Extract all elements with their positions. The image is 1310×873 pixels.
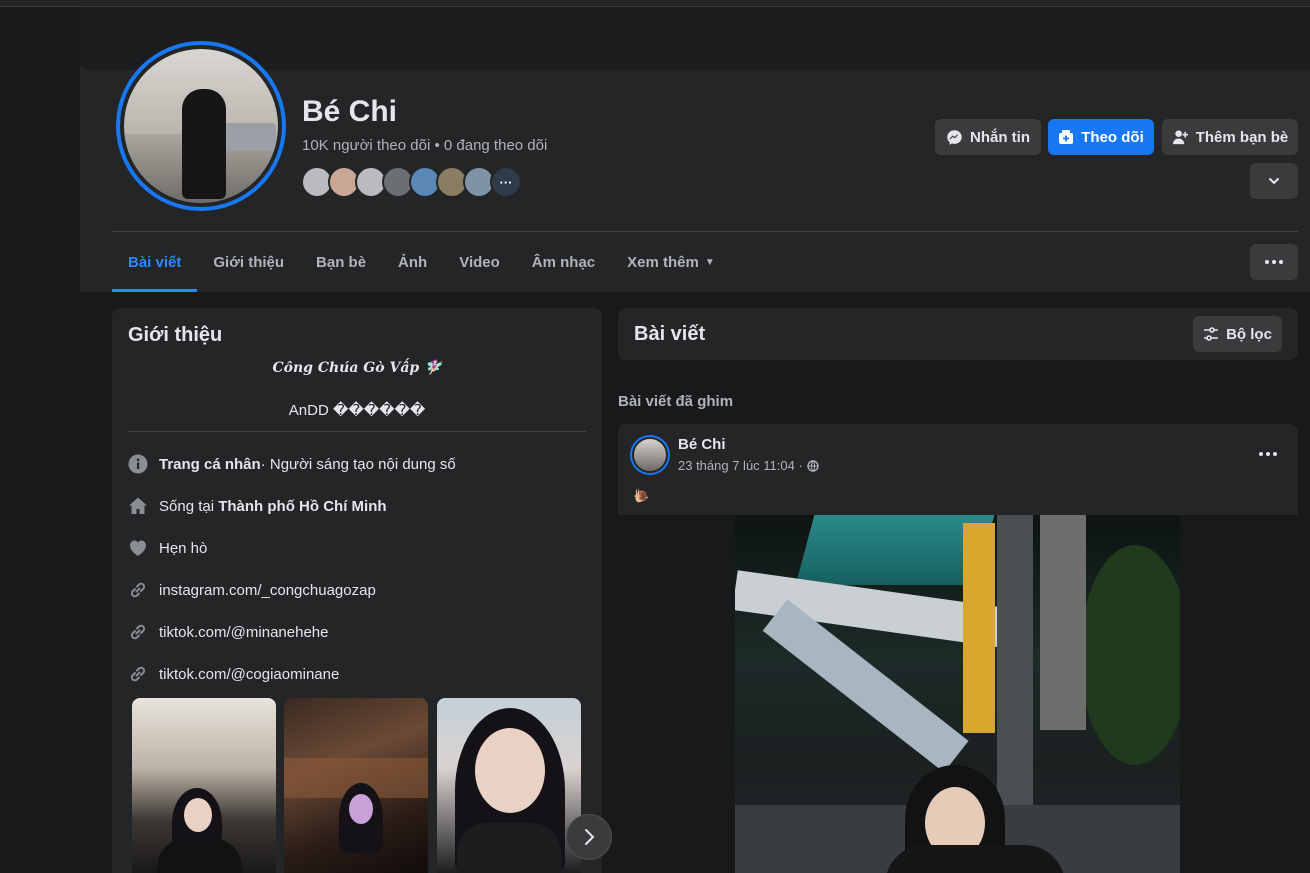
next-photo-button[interactable] bbox=[566, 814, 612, 860]
post-timestamp[interactable]: 23 tháng 7 lúc 11:04 · bbox=[678, 458, 819, 473]
posts-title: Bài viết bbox=[634, 323, 706, 345]
profile-tabs: Bài viết Giới thiệu Bạn bè Ảnh Video Âm … bbox=[112, 232, 731, 292]
info-link[interactable]: instagram.com/_congchuagozap bbox=[128, 578, 376, 602]
link-icon bbox=[128, 622, 148, 642]
tab-more[interactable]: Xem thêm ▼ bbox=[611, 232, 731, 292]
cover-photo[interactable] bbox=[80, 7, 1310, 70]
featured-photo[interactable] bbox=[132, 698, 276, 873]
caret-down-icon: ▼ bbox=[704, 256, 715, 268]
link-icon bbox=[128, 580, 148, 600]
tab-music[interactable]: Âm nhạc bbox=[516, 232, 611, 292]
message-label: Nhắn tin bbox=[970, 128, 1030, 146]
mutual-friends: ··· bbox=[301, 166, 522, 200]
tabs-more-button[interactable] bbox=[1250, 244, 1298, 280]
message-button[interactable]: Nhắn tin bbox=[935, 119, 1041, 155]
filter-button[interactable]: Bộ lọc bbox=[1193, 316, 1282, 352]
post-options-button[interactable] bbox=[1254, 440, 1282, 468]
follow-label: Theo dõi bbox=[1081, 128, 1144, 146]
more-dots-icon bbox=[1265, 260, 1283, 264]
bio-line-2: AnDD ������ bbox=[288, 402, 426, 419]
tab-about[interactable]: Giới thiệu bbox=[197, 232, 300, 292]
post-photo-image bbox=[735, 515, 1180, 873]
post-photo[interactable] bbox=[618, 515, 1298, 873]
profile-avatar[interactable] bbox=[116, 41, 286, 211]
top-bar bbox=[0, 0, 1310, 7]
messenger-icon bbox=[947, 129, 962, 145]
bio-line-1: 𝑪𝒐̂𝒏𝒈 𝑪𝒉𝒖́𝒂 𝑮𝒐̀ 𝑽𝒂̂́𝒑 🧚🏻‍♀️ bbox=[272, 360, 442, 376]
filter-icon bbox=[1204, 327, 1219, 341]
post-author[interactable]: Bé Chi bbox=[678, 436, 726, 453]
info-link[interactable]: tiktok.com/@minanehehe bbox=[128, 620, 328, 644]
chevron-right-icon bbox=[585, 829, 595, 845]
post-text: 🐌 bbox=[633, 488, 650, 503]
info-link[interactable]: tiktok.com/@cogiaominane bbox=[128, 662, 339, 686]
tab-friends[interactable]: Bạn bè bbox=[300, 232, 382, 292]
add-friend-label: Thêm bạn bè bbox=[1195, 128, 1289, 146]
avatar-image bbox=[124, 49, 278, 203]
featured-photo[interactable] bbox=[284, 698, 428, 873]
tab-video[interactable]: Video bbox=[443, 232, 516, 292]
heart-icon bbox=[128, 538, 148, 558]
info-profile-type: Trang cá nhân · Người sáng tạo nội dung … bbox=[128, 452, 456, 476]
expand-button[interactable] bbox=[1250, 163, 1298, 199]
info-icon bbox=[128, 454, 148, 474]
info-relationship: Hẹn hò bbox=[128, 536, 207, 560]
more-dots-icon bbox=[1259, 452, 1277, 456]
chevron-down-icon bbox=[1269, 178, 1279, 185]
tab-photos[interactable]: Ảnh bbox=[382, 232, 443, 292]
info-lives-in: Sống tại Thành phố Hồ Chí Minh bbox=[128, 494, 387, 518]
pinned-label: Bài viết đã ghim bbox=[618, 393, 734, 410]
follower-stats[interactable]: 10K người theo dõi • 0 đang theo dõi bbox=[302, 137, 547, 154]
globe-icon bbox=[807, 459, 819, 472]
post-author-avatar[interactable] bbox=[630, 435, 670, 475]
intro-title: Giới thiệu bbox=[128, 324, 223, 346]
featured-photo[interactable] bbox=[437, 698, 581, 873]
follow-icon bbox=[1059, 130, 1074, 144]
tab-posts[interactable]: Bài viết bbox=[112, 232, 198, 292]
more-friends-button[interactable]: ··· bbox=[490, 166, 522, 198]
profile-name: Bé Chi bbox=[302, 95, 398, 128]
city-link[interactable]: Thành phố Hồ Chí Minh bbox=[218, 498, 386, 515]
follow-button[interactable]: Theo dõi bbox=[1048, 119, 1154, 155]
home-icon bbox=[128, 496, 148, 516]
add-friend-icon bbox=[1172, 129, 1188, 144]
add-friend-button[interactable]: Thêm bạn bè bbox=[1162, 119, 1298, 155]
link-icon bbox=[128, 664, 148, 684]
